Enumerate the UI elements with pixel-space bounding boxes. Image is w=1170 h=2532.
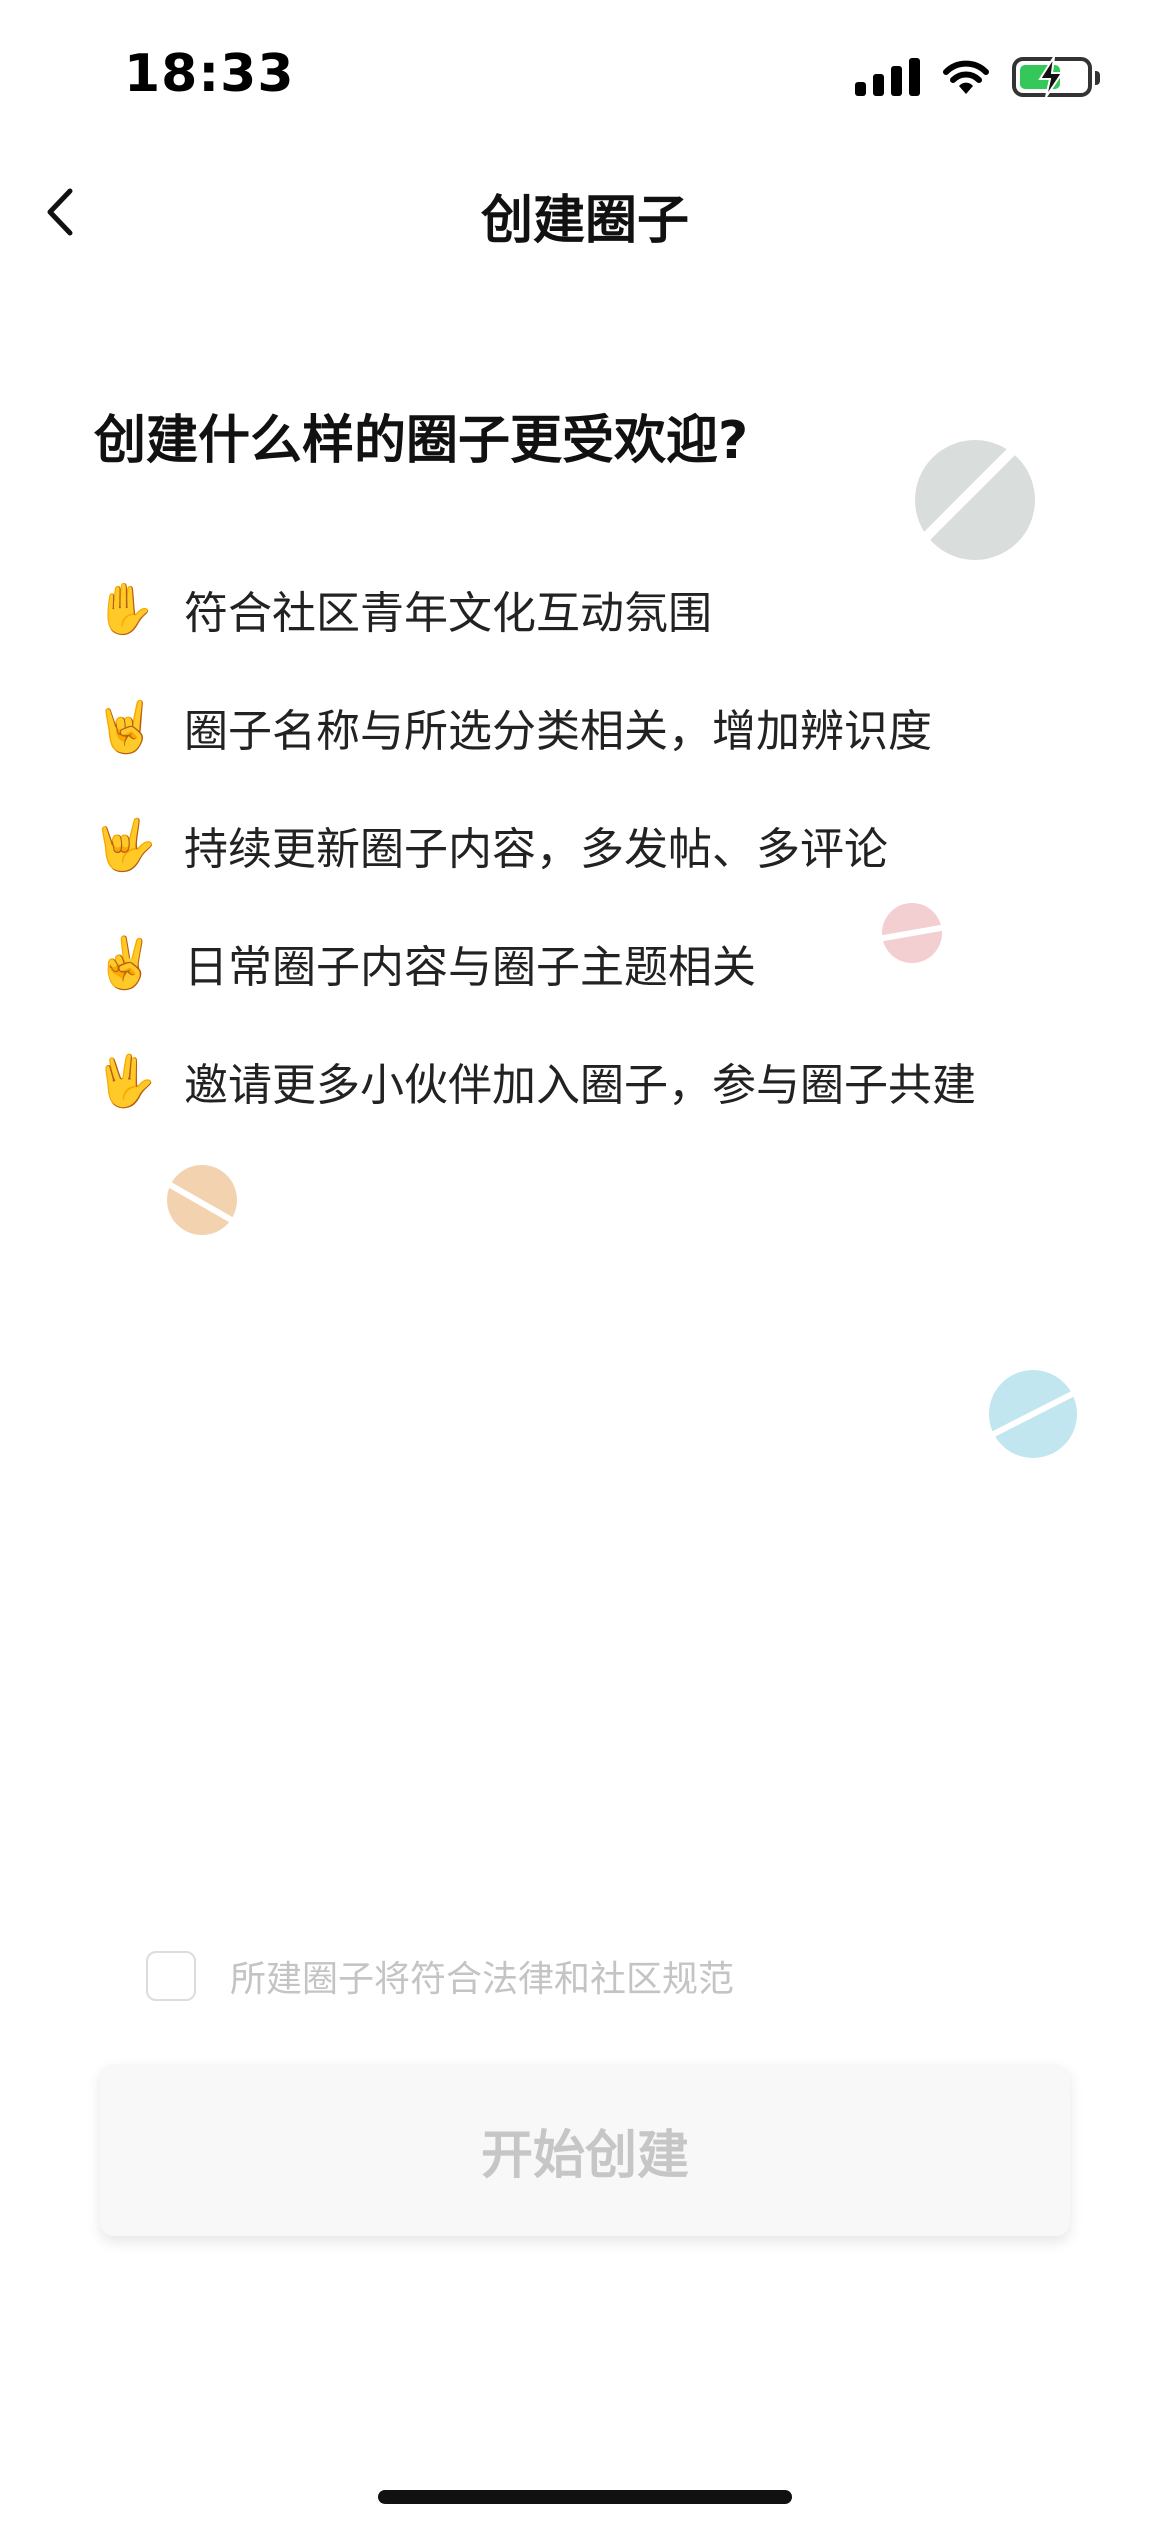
- tip-text: 邀请更多小伙伴加入圈子，参与圈子共建: [184, 1060, 976, 1111]
- tips-list: ✋ 符合社区青年文化互动氛围 🤘 圈子名称与所选分类相关，增加辨识度 🤟 持续更…: [94, 550, 976, 1140]
- navigation-bar: 创建圈子: [0, 150, 1170, 270]
- tip-text: 符合社区青年文化互动氛围: [184, 588, 712, 639]
- tips-headline: 创建什么样的圈子更受欢迎?: [94, 411, 749, 471]
- planet-decoration-icon: [156, 1165, 245, 1235]
- tip-text: 日常圈子内容与圈子主题相关: [184, 942, 756, 993]
- tip-text: 圈子名称与所选分类相关，增加辨识度: [184, 706, 932, 757]
- tip-text: 持续更新圈子内容，多发帖、多评论: [184, 824, 888, 875]
- planet-decoration-icon: [979, 1370, 1087, 1458]
- love-you-hand-icon: 🤟: [94, 816, 157, 874]
- tip-item: 🤟 持续更新圈子内容，多发帖、多评论: [94, 786, 976, 904]
- tip-item: 🖖 邀请更多小伙伴加入圈子，参与圈子共建: [94, 1022, 976, 1140]
- status-time: 18:33: [124, 44, 295, 104]
- raised-hand-icon: ✋: [94, 580, 157, 638]
- status-bar: 18:33: [0, 0, 1170, 150]
- tip-item: ✋ 符合社区青年文化互动氛围: [94, 550, 976, 668]
- vulcan-salute-icon: 🖖: [94, 1052, 157, 1110]
- victory-hand-icon: ✌️: [94, 934, 157, 992]
- signal-icon: [855, 58, 920, 96]
- home-indicator: [378, 2490, 792, 2504]
- battery-charging-icon: [1012, 56, 1100, 98]
- start-create-button[interactable]: 开始创建: [100, 2064, 1070, 2236]
- agreement-checkbox[interactable]: [146, 1951, 196, 2001]
- page-title: 创建圈子: [480, 191, 689, 251]
- status-icons: [855, 52, 1100, 102]
- agreement-label: 所建圈子将符合法律和社区规范: [230, 1959, 735, 2000]
- wifi-icon: [943, 60, 989, 94]
- agreement-row[interactable]: 所建圈子将符合法律和社区规范: [146, 1950, 734, 2002]
- rock-hand-icon: 🤘: [94, 698, 157, 756]
- tip-item: 🤘 圈子名称与所选分类相关，增加辨识度: [94, 668, 976, 786]
- tip-item: ✌️ 日常圈子内容与圈子主题相关: [94, 904, 976, 1022]
